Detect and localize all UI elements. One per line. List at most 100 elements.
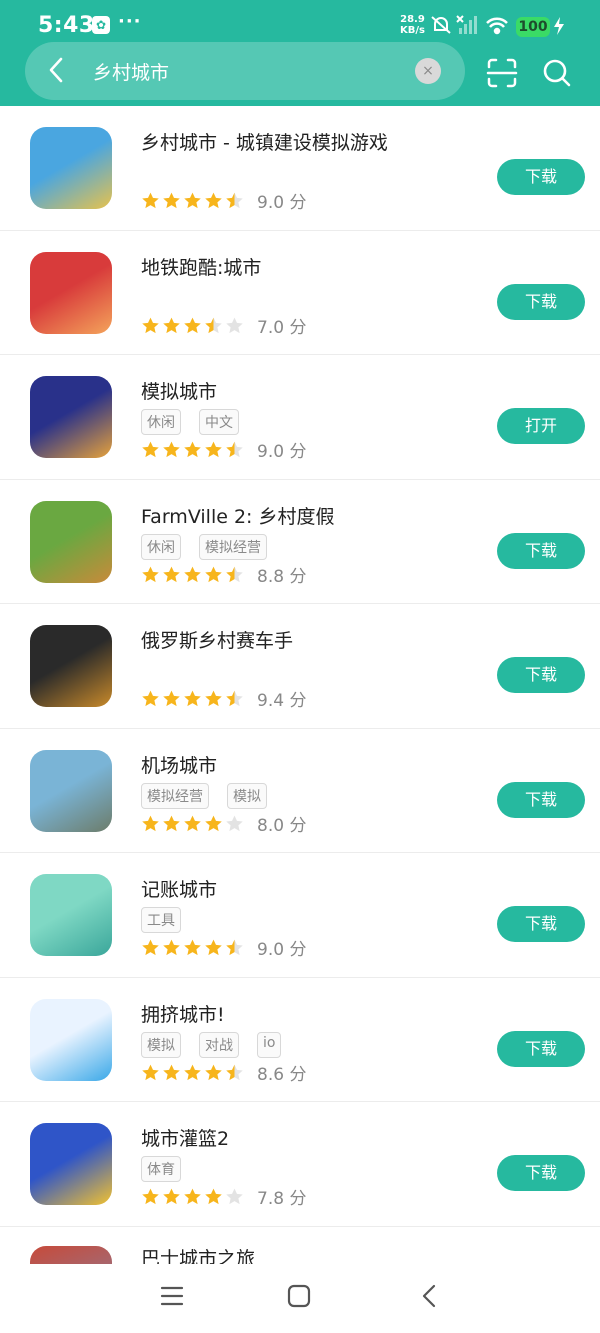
download-button[interactable]: 下载: [497, 283, 585, 320]
scan-icon[interactable]: [486, 57, 518, 89]
star-rating: [141, 689, 244, 708]
rating-score: 8.6 分: [257, 1064, 307, 1085]
app-name: 拥挤城市!: [141, 1003, 225, 1026]
star-icon: [226, 690, 243, 707]
rating: 9.0 分: [141, 437, 306, 462]
app-icon[interactable]: [30, 376, 112, 458]
star-rating: [141, 191, 244, 210]
tag: 模拟经营: [141, 782, 209, 809]
tag: 中文: [199, 409, 239, 435]
search-bar[interactable]: 乡村城市 ×: [25, 42, 465, 100]
app-name: 地铁跑酷:城市: [141, 256, 262, 279]
star-icon: [205, 690, 222, 707]
app-icon[interactable]: [30, 251, 112, 334]
download-button[interactable]: 下载: [497, 159, 585, 195]
star-rating: [141, 1187, 244, 1206]
list-item[interactable]: 巴士城市之旅: [0, 1226, 600, 1264]
star-rating: [141, 440, 244, 459]
rating-score: 7.8 分: [257, 1189, 307, 1209]
app-icon[interactable]: [30, 1123, 112, 1205]
app-icon[interactable]: [30, 749, 112, 832]
list-item[interactable]: 机场城市模拟经营 模拟 8.0 分 下载: [0, 729, 600, 853]
status-time: 5:43: [38, 13, 95, 38]
app-icon[interactable]: [30, 874, 112, 956]
star-icon: [142, 317, 159, 333]
app-name: FarmVille 2: 乡村度假: [141, 505, 335, 528]
tag-list: 体育: [141, 1156, 181, 1182]
star-icon: [142, 815, 159, 831]
star-icon: [205, 192, 222, 209]
list-item[interactable]: 乡村城市 - 城镇建设模拟游戏 9.0 分 下载: [0, 106, 600, 231]
rating-score: 9.4 分: [257, 691, 307, 711]
rating: 7.0 分: [141, 313, 306, 338]
star-icon: [163, 441, 180, 458]
battery-indicator: 100: [516, 17, 550, 37]
download-button[interactable]: 下载: [497, 1030, 585, 1067]
star-rating: [141, 814, 244, 833]
star-icon: [163, 1064, 180, 1080]
tag-list: 休闲 模拟经营: [141, 533, 267, 560]
star-rating: [141, 565, 244, 584]
app-icon[interactable]: [30, 625, 112, 707]
mute-bell-icon: [431, 16, 451, 34]
app-icon[interactable]: [30, 500, 112, 583]
tag: 模拟: [141, 1031, 181, 1058]
signal-icon: [456, 15, 477, 34]
list-item[interactable]: 模拟城市 休闲 中文 9.0 分 打开: [0, 355, 600, 480]
star-rating: [141, 1063, 244, 1082]
star-icon: [205, 1064, 222, 1080]
star-icon: [184, 1064, 201, 1080]
download-button[interactable]: 下载: [497, 1155, 585, 1191]
list-item[interactable]: 记账城市 工具 9.0 分 下载: [0, 853, 600, 978]
search-input[interactable]: 乡村城市: [93, 58, 169, 85]
list-item[interactable]: FarmVille 2: 乡村度假休闲 模拟经营 8.8 分 下载: [0, 480, 600, 604]
download-button[interactable]: 下载: [497, 906, 585, 942]
rating-score: 9.0 分: [257, 442, 307, 462]
baidu-app-icon: ✿: [92, 16, 110, 34]
menu-icon[interactable]: [160, 1284, 184, 1308]
download-button[interactable]: 下载: [497, 532, 585, 569]
star-icon: [184, 441, 201, 458]
star-icon: [163, 690, 180, 707]
app-name: 乡村城市 - 城镇建设模拟游戏: [141, 132, 388, 154]
download-button[interactable]: 下载: [497, 657, 585, 693]
app-name: 俄罗斯乡村赛车手: [141, 630, 294, 652]
app-name: 机场城市: [141, 754, 218, 777]
clear-search-icon[interactable]: ×: [415, 58, 441, 84]
tag: 模拟: [227, 782, 267, 809]
star-icon: [226, 566, 243, 582]
tag: 工具: [141, 907, 181, 933]
app-name: 记账城市: [141, 879, 218, 901]
net-speed-unit: KB/s: [400, 25, 425, 36]
search-icon[interactable]: [541, 57, 573, 89]
star-icon: [184, 566, 201, 582]
list-item[interactable]: 拥挤城市! 模拟 对战 io 8.6 分 下载: [0, 978, 600, 1102]
tag-list: 休闲 中文: [141, 409, 239, 435]
list-item[interactable]: 俄罗斯乡村赛车手 9.4 分 下载: [0, 604, 600, 729]
tag-list: 工具: [141, 907, 181, 933]
star-icon: [184, 815, 201, 831]
star-icon: [205, 939, 222, 956]
app-icon[interactable]: [30, 127, 112, 209]
back-icon[interactable]: [418, 1284, 442, 1308]
home-icon[interactable]: [287, 1284, 311, 1308]
net-speed: 28.9 KB/s: [400, 14, 425, 36]
star-icon: [142, 1064, 159, 1080]
star-icon: [163, 566, 180, 582]
app-icon[interactable]: [30, 998, 112, 1081]
download-button[interactable]: 下载: [497, 781, 585, 818]
back-arrow-icon[interactable]: [45, 56, 67, 84]
header: 5:43 ✿ ··· 28.9 KB/s 100 乡村城市 ×: [0, 0, 600, 106]
open-button[interactable]: 打开: [497, 408, 585, 444]
rating-score: 8.8 分: [257, 566, 307, 587]
list-item[interactable]: 地铁跑酷:城市 7.0 分 下载: [0, 231, 600, 355]
rating-score: 8.0 分: [257, 815, 307, 836]
list-item[interactable]: 城市灌篮2 体育 7.8 分 下载: [0, 1102, 600, 1227]
tag: 休闲: [141, 533, 181, 560]
app-name: 城市灌篮2: [141, 1128, 230, 1150]
tag-list: 模拟经营 模拟: [141, 782, 267, 809]
star-icon: [163, 317, 180, 333]
rating: 8.8 分: [141, 562, 306, 587]
star-icon: [142, 1188, 159, 1205]
app-icon: [30, 1246, 112, 1264]
